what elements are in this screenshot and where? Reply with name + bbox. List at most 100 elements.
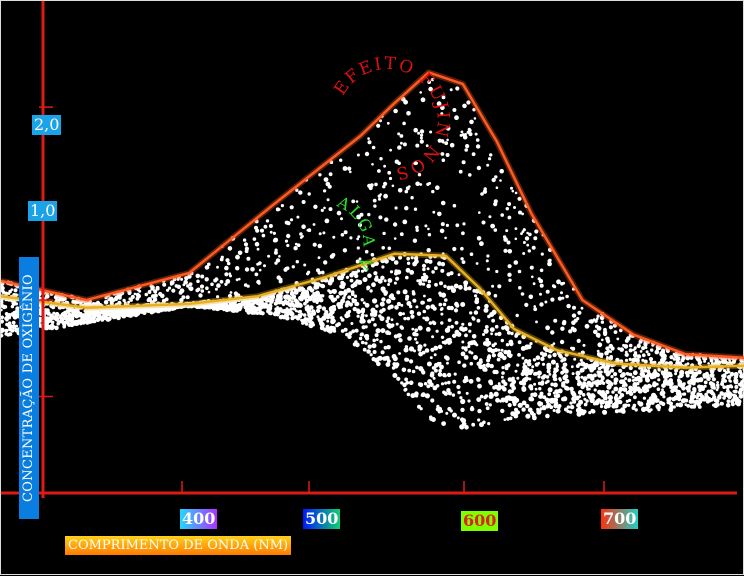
data-point [566, 387, 570, 391]
data-point [676, 356, 680, 360]
data-point [301, 322, 304, 325]
data-point [503, 382, 507, 386]
data-point [560, 327, 564, 331]
data-point [489, 403, 492, 406]
data-point [290, 218, 293, 221]
data-point [531, 276, 534, 279]
data-point [370, 353, 373, 356]
data-point [298, 296, 303, 301]
data-point [609, 350, 612, 353]
data-point [533, 383, 536, 386]
data-point [468, 330, 471, 333]
data-point [429, 382, 434, 387]
data-point [332, 289, 336, 293]
data-point [495, 333, 498, 336]
data-point [429, 417, 433, 421]
data-point [416, 279, 419, 282]
data-point [563, 363, 568, 368]
data-point [691, 391, 695, 395]
data-point [447, 306, 451, 310]
data-point [643, 384, 647, 388]
data-point [473, 355, 478, 360]
data-point [79, 318, 84, 323]
data-point [409, 359, 413, 363]
data-point [541, 253, 544, 256]
data-point [422, 264, 426, 268]
data-point [552, 353, 556, 357]
data-point [283, 295, 288, 300]
data-point [422, 278, 426, 282]
data-point [327, 198, 330, 201]
data-point [629, 358, 632, 361]
data-point [535, 321, 538, 324]
data-point [699, 393, 702, 396]
data-point [382, 308, 386, 312]
data-point [369, 289, 372, 292]
data-point [427, 267, 430, 270]
data-point [407, 336, 412, 341]
data-point [319, 232, 322, 235]
data-point [9, 333, 12, 336]
data-point [611, 390, 614, 393]
data-point [371, 317, 375, 321]
data-point [147, 310, 150, 313]
x-tick-label-400: 400 [180, 509, 217, 529]
data-point [366, 287, 369, 290]
data-point [353, 282, 358, 287]
data-point [440, 269, 444, 273]
data-point [368, 140, 372, 144]
data-point [313, 205, 317, 209]
x-tick-label-700: 700 [601, 509, 638, 529]
data-point [558, 297, 562, 301]
data-point [557, 406, 560, 409]
data-point [351, 298, 354, 301]
data-point [652, 371, 657, 376]
data-point [683, 382, 686, 385]
data-point [457, 416, 460, 419]
data-point [626, 336, 631, 341]
data-point [515, 192, 518, 195]
data-point [235, 255, 240, 260]
data-point [433, 377, 436, 380]
data-point [601, 339, 604, 342]
data-point [393, 356, 398, 361]
data-point [668, 407, 673, 412]
data-point [281, 204, 284, 207]
data-point [495, 325, 499, 329]
data-point [148, 290, 152, 294]
data-point [325, 219, 330, 224]
data-point [387, 283, 390, 286]
data-point [339, 159, 342, 162]
data-point [205, 286, 209, 290]
data-point [717, 395, 722, 400]
data-point [415, 305, 418, 308]
data-point [536, 408, 539, 411]
data-point [200, 275, 204, 279]
data-point [426, 305, 431, 310]
data-point [562, 282, 565, 285]
data-point [595, 399, 600, 404]
data-point [633, 353, 638, 358]
data-point [357, 154, 360, 157]
data-point [454, 284, 459, 289]
data-point [413, 128, 418, 133]
data-point [477, 166, 481, 170]
data-point [162, 283, 166, 287]
data-point [140, 309, 143, 312]
data-point [235, 308, 239, 312]
data-point [343, 248, 347, 252]
data-point [469, 132, 473, 136]
data-point [318, 173, 321, 176]
data-point [276, 306, 279, 309]
x-tick-label-500: 500 [303, 509, 340, 529]
data-point [330, 297, 334, 301]
data-point [376, 338, 379, 341]
data-point [501, 326, 505, 330]
data-point [399, 338, 403, 342]
data-point [390, 293, 394, 297]
data-point [532, 246, 536, 250]
data-point [189, 286, 194, 291]
data-point [394, 269, 398, 273]
data-point [643, 397, 646, 400]
data-point [403, 289, 408, 294]
